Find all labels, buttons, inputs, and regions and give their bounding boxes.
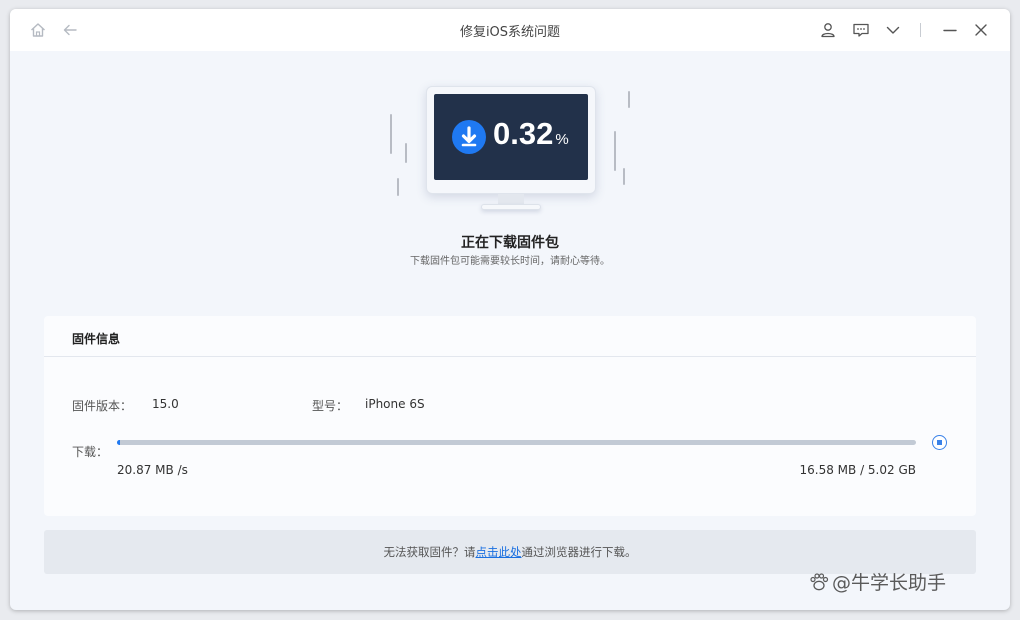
download-progress-fill — [117, 440, 120, 445]
download-arrow-icon — [452, 120, 486, 154]
download-size-progress: 16.58 MB / 5.02 GB — [799, 463, 917, 477]
download-subtitle: 下载固件包可能需要较长时间，请耐心等待。 — [410, 256, 610, 267]
click-here-link[interactable]: 点击此处 — [476, 545, 522, 559]
chevron-down-icon[interactable] — [884, 21, 902, 39]
download-percent: 0.32% — [493, 116, 569, 152]
percent-value: 0.32 — [493, 116, 554, 151]
download-progress-bar — [117, 440, 916, 445]
model-label: 型号： — [312, 399, 349, 413]
firmware-version-value: 15.0 — [152, 397, 179, 411]
firmware-info-panel: 固件信息 固件版本： 15.0 型号： iPhone 6S 下载： 20.87 … — [44, 316, 976, 516]
percent-unit: % — [555, 131, 569, 148]
decor-line — [614, 131, 616, 171]
user-icon[interactable] — [819, 21, 837, 39]
monitor-illustration: 0.32% — [390, 86, 630, 226]
download-label: 下载： — [72, 445, 109, 459]
app-window: 修复iOS系统问题 0.32 % 正在下载固件包 下载固件包可能需要较长时间，请… — [10, 9, 1010, 610]
panel-header: 固件信息 — [44, 316, 976, 357]
watermark-text: @牛学长助手 — [832, 572, 947, 594]
decor-line — [623, 168, 625, 185]
title-bar: 修复iOS系统问题 — [10, 9, 1010, 51]
monitor-stand-base — [481, 204, 541, 210]
feedback-icon[interactable] — [852, 21, 870, 39]
panel-title: 固件信息 — [72, 332, 121, 346]
decor-line — [405, 143, 407, 163]
titlebar-divider — [920, 23, 921, 37]
download-status-area: 0.32% 正在下载固件包 下载固件包可能需要较长时间，请耐心等待。 — [10, 51, 1010, 301]
monitor-frame: 0.32% — [426, 86, 596, 194]
download-title: 正在下载固件包 — [461, 235, 559, 251]
paw-logo-icon — [808, 571, 830, 593]
firmware-version-label: 固件版本： — [72, 399, 133, 413]
download-speed: 20.87 MB /s — [117, 463, 188, 477]
decor-line — [628, 91, 630, 108]
close-icon[interactable] — [972, 21, 990, 39]
stop-download-button[interactable] — [932, 435, 947, 450]
hint-suffix: 通过浏览器进行下载。 — [521, 545, 637, 559]
decor-line — [390, 114, 392, 154]
decor-line — [397, 178, 399, 196]
watermark: @牛学长助手 — [808, 568, 946, 598]
stop-icon — [936, 439, 942, 445]
model-value: iPhone 6S — [365, 397, 425, 411]
minimize-icon[interactable] — [941, 21, 959, 39]
monitor-screen: 0.32% — [434, 94, 588, 180]
hint-prefix: 无法获取固件？请 — [383, 545, 476, 559]
